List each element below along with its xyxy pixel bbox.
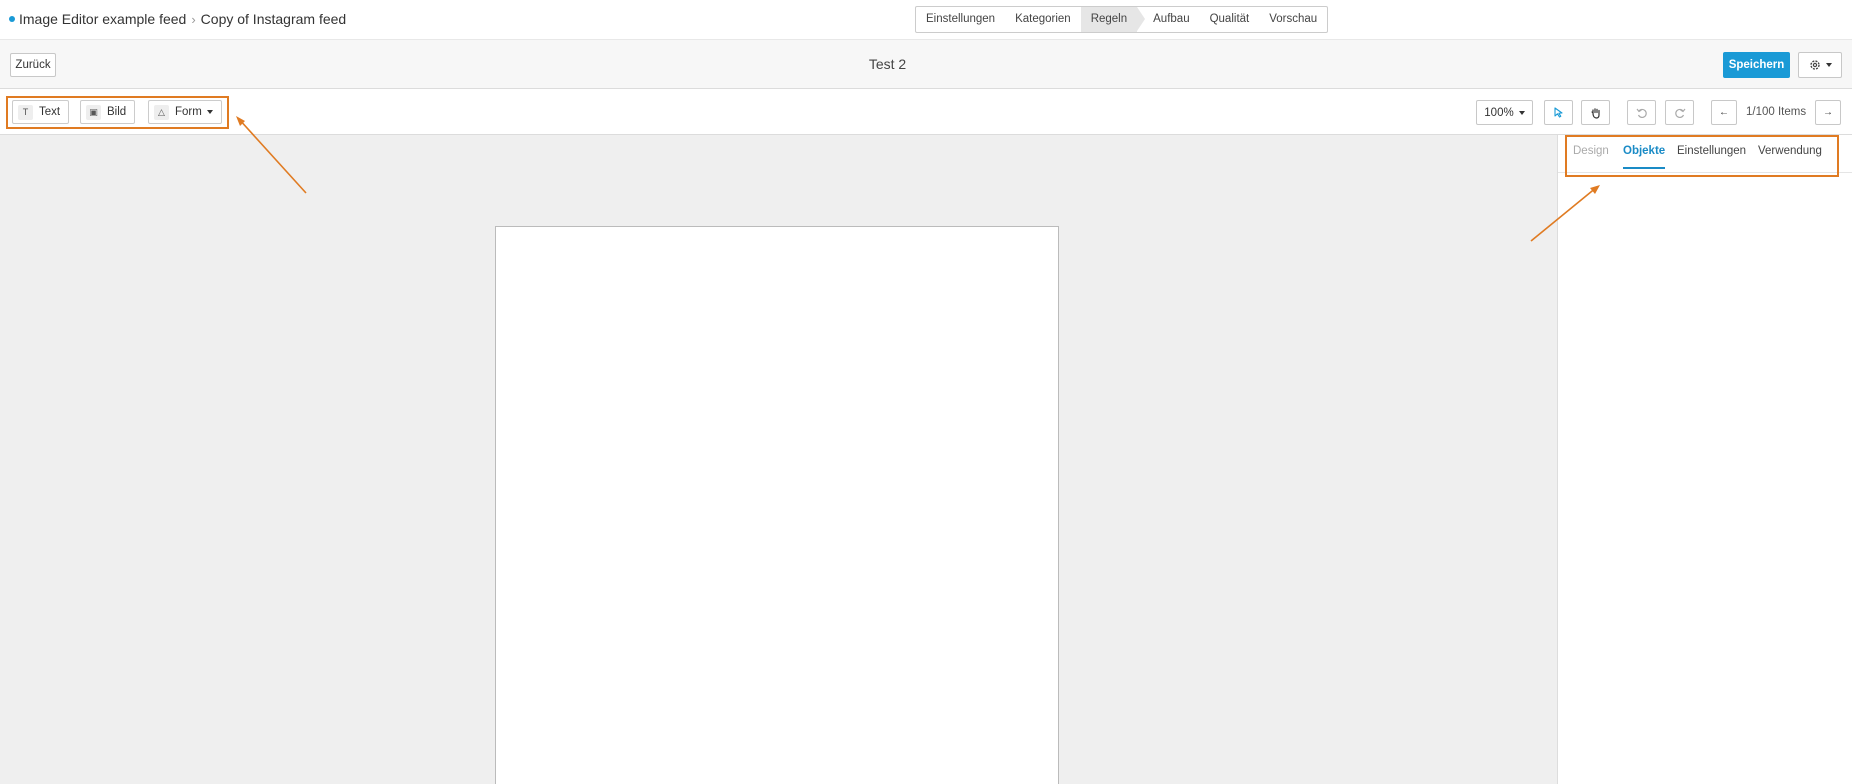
- tab-verwendung[interactable]: Verwendung: [1758, 145, 1822, 167]
- zoom-select[interactable]: 100%: [1476, 100, 1533, 125]
- step-navigation: Einstellungen Kategorien Regeln Aufbau Q…: [915, 6, 1329, 33]
- page-title: Test 2: [868, 56, 907, 72]
- arrow-left-icon: ←: [1719, 107, 1729, 118]
- chevron-right-icon: ›: [191, 11, 196, 27]
- add-text-button[interactable]: T Text: [12, 100, 70, 124]
- tab-einstellungen[interactable]: Einstellungen: [1677, 145, 1746, 167]
- status-dot-icon: [9, 16, 15, 22]
- redo-icon: [1674, 108, 1685, 118]
- undo-button[interactable]: [1627, 100, 1656, 125]
- add-image-button[interactable]: ▣ Bild: [80, 100, 136, 124]
- step-kategorien[interactable]: Kategorien: [1005, 7, 1081, 32]
- breadcrumb-page: Copy of Instagram feed: [200, 11, 347, 27]
- settings-dropdown-button[interactable]: [1798, 52, 1842, 78]
- step-aufbau[interactable]: Aufbau: [1137, 7, 1199, 32]
- top-bar: Image Editor example feed › Copy of Inst…: [0, 0, 1852, 40]
- step-qualitaet[interactable]: Qualität: [1200, 7, 1260, 32]
- gear-icon: [1809, 60, 1820, 70]
- shape-icon: △: [154, 104, 169, 120]
- pan-tool-button[interactable]: [1581, 100, 1610, 125]
- add-image-label: Bild: [107, 106, 127, 118]
- tab-objekte[interactable]: Objekte: [1623, 145, 1666, 169]
- step-vorschau[interactable]: Vorschau: [1259, 7, 1327, 32]
- arrow-right-icon: →: [1823, 107, 1833, 118]
- design-canvas[interactable]: [495, 226, 1059, 784]
- panel-tabs: Design Objekte Einstellungen Verwendung: [1558, 135, 1852, 173]
- add-shape-dropdown[interactable]: △ Form: [148, 100, 222, 124]
- step-regeln[interactable]: Regeln: [1080, 7, 1146, 32]
- chevron-down-icon: [1518, 110, 1525, 115]
- item-pager: 1/100 Items: [1746, 106, 1807, 118]
- save-button[interactable]: Speichern: [1723, 52, 1790, 78]
- text-icon: T: [18, 104, 33, 120]
- next-item-button[interactable]: →: [1815, 100, 1841, 125]
- image-icon: ▣: [86, 104, 101, 120]
- chevron-down-icon: [1825, 63, 1832, 67]
- breadcrumb: Image Editor example feed › Copy of Inst…: [9, 11, 346, 27]
- tab-design[interactable]: Design: [1573, 145, 1609, 167]
- add-shape-label: Form: [175, 106, 202, 118]
- editor-toolbar: T Text ▣ Bild △ Form 100% ← 1/100 Items …: [0, 90, 1852, 135]
- select-tool-button[interactable]: [1544, 100, 1573, 125]
- hand-icon: [1590, 107, 1600, 119]
- pointer-icon: [1553, 107, 1563, 118]
- previous-item-button[interactable]: ←: [1711, 100, 1737, 125]
- zoom-value: 100%: [1484, 106, 1514, 119]
- chevron-down-icon: [206, 110, 213, 114]
- redo-button[interactable]: [1665, 100, 1694, 125]
- breadcrumb-feed[interactable]: Image Editor example feed: [19, 11, 186, 27]
- canvas-workspace[interactable]: [0, 135, 1557, 784]
- editor-header: Zurück Test 2 Speichern: [0, 40, 1852, 89]
- step-einstellungen[interactable]: Einstellungen: [916, 7, 1005, 32]
- add-text-label: Text: [39, 106, 61, 118]
- undo-icon: [1636, 108, 1647, 118]
- properties-panel: Design Objekte Einstellungen Verwendung: [1557, 135, 1852, 784]
